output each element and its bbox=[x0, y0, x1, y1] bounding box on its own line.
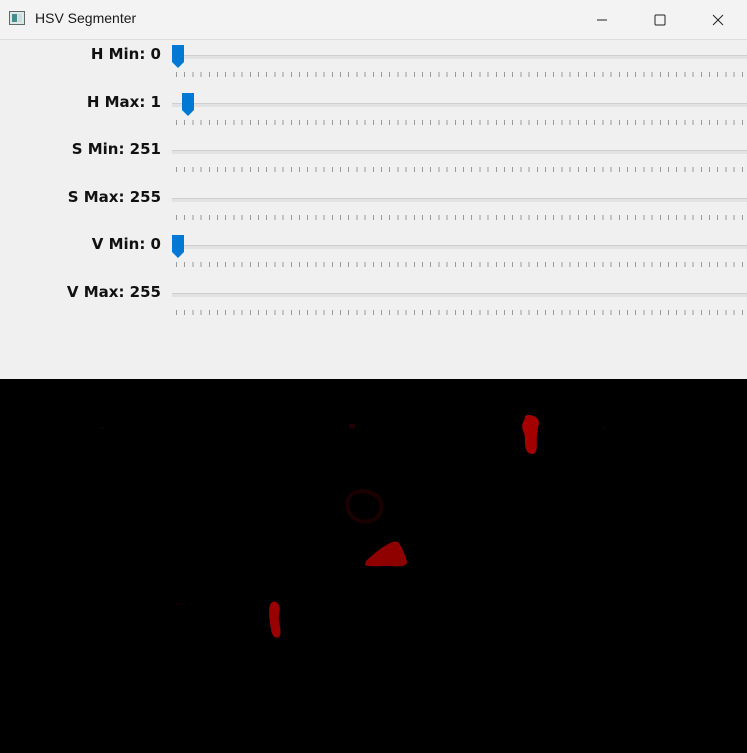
slider-track[interactable] bbox=[172, 55, 747, 59]
slider-s-min: S Min: 251 bbox=[0, 137, 747, 185]
slider-thumb[interactable] bbox=[171, 45, 185, 69]
slider-thumb[interactable] bbox=[171, 235, 185, 259]
slider-h-max: H Max: 1 bbox=[0, 90, 747, 138]
segmented-image bbox=[0, 379, 747, 753]
slider-track[interactable] bbox=[172, 293, 747, 297]
slider-label: V Min: 0 bbox=[91, 235, 161, 253]
maximize-icon bbox=[654, 14, 666, 25]
slider-track[interactable] bbox=[172, 150, 747, 154]
slider-label: S Min: 251 bbox=[71, 140, 161, 158]
slider-v-min: V Min: 0 bbox=[0, 232, 747, 280]
slider-s-max: S Max: 255 bbox=[0, 185, 747, 233]
trackbar-panel: H Min: 0 H Max: 1 S Min: 251 S Max: 255 … bbox=[0, 40, 747, 379]
slider-track[interactable] bbox=[172, 245, 747, 249]
slider-label: V Max: 255 bbox=[66, 283, 161, 301]
minimize-button[interactable] bbox=[573, 0, 631, 39]
slider-label: H Max: 1 bbox=[86, 93, 161, 111]
slider-ticks bbox=[176, 310, 747, 315]
app-icon bbox=[9, 11, 25, 25]
slider-v-max: V Max: 255 bbox=[0, 280, 747, 328]
slider-track[interactable] bbox=[172, 198, 747, 202]
slider-thumb[interactable] bbox=[181, 93, 195, 117]
slider-ticks bbox=[176, 120, 747, 125]
close-button[interactable] bbox=[689, 0, 747, 39]
maximize-button[interactable] bbox=[631, 0, 689, 39]
slider-label: H Min: 0 bbox=[90, 45, 161, 63]
mask-preview bbox=[100, 415, 606, 638]
title-bar[interactable]: HSV Segmenter bbox=[0, 0, 747, 40]
slider-track[interactable] bbox=[172, 103, 747, 107]
slider-ticks bbox=[176, 215, 747, 220]
slider-ticks bbox=[176, 167, 747, 172]
minimize-icon bbox=[597, 19, 607, 20]
slider-h-min: H Min: 0 bbox=[0, 42, 747, 90]
close-icon bbox=[712, 14, 724, 25]
slider-ticks bbox=[176, 262, 747, 267]
slider-label: S Max: 255 bbox=[67, 188, 161, 206]
window-title: HSV Segmenter bbox=[35, 10, 137, 26]
slider-ticks bbox=[176, 72, 747, 77]
